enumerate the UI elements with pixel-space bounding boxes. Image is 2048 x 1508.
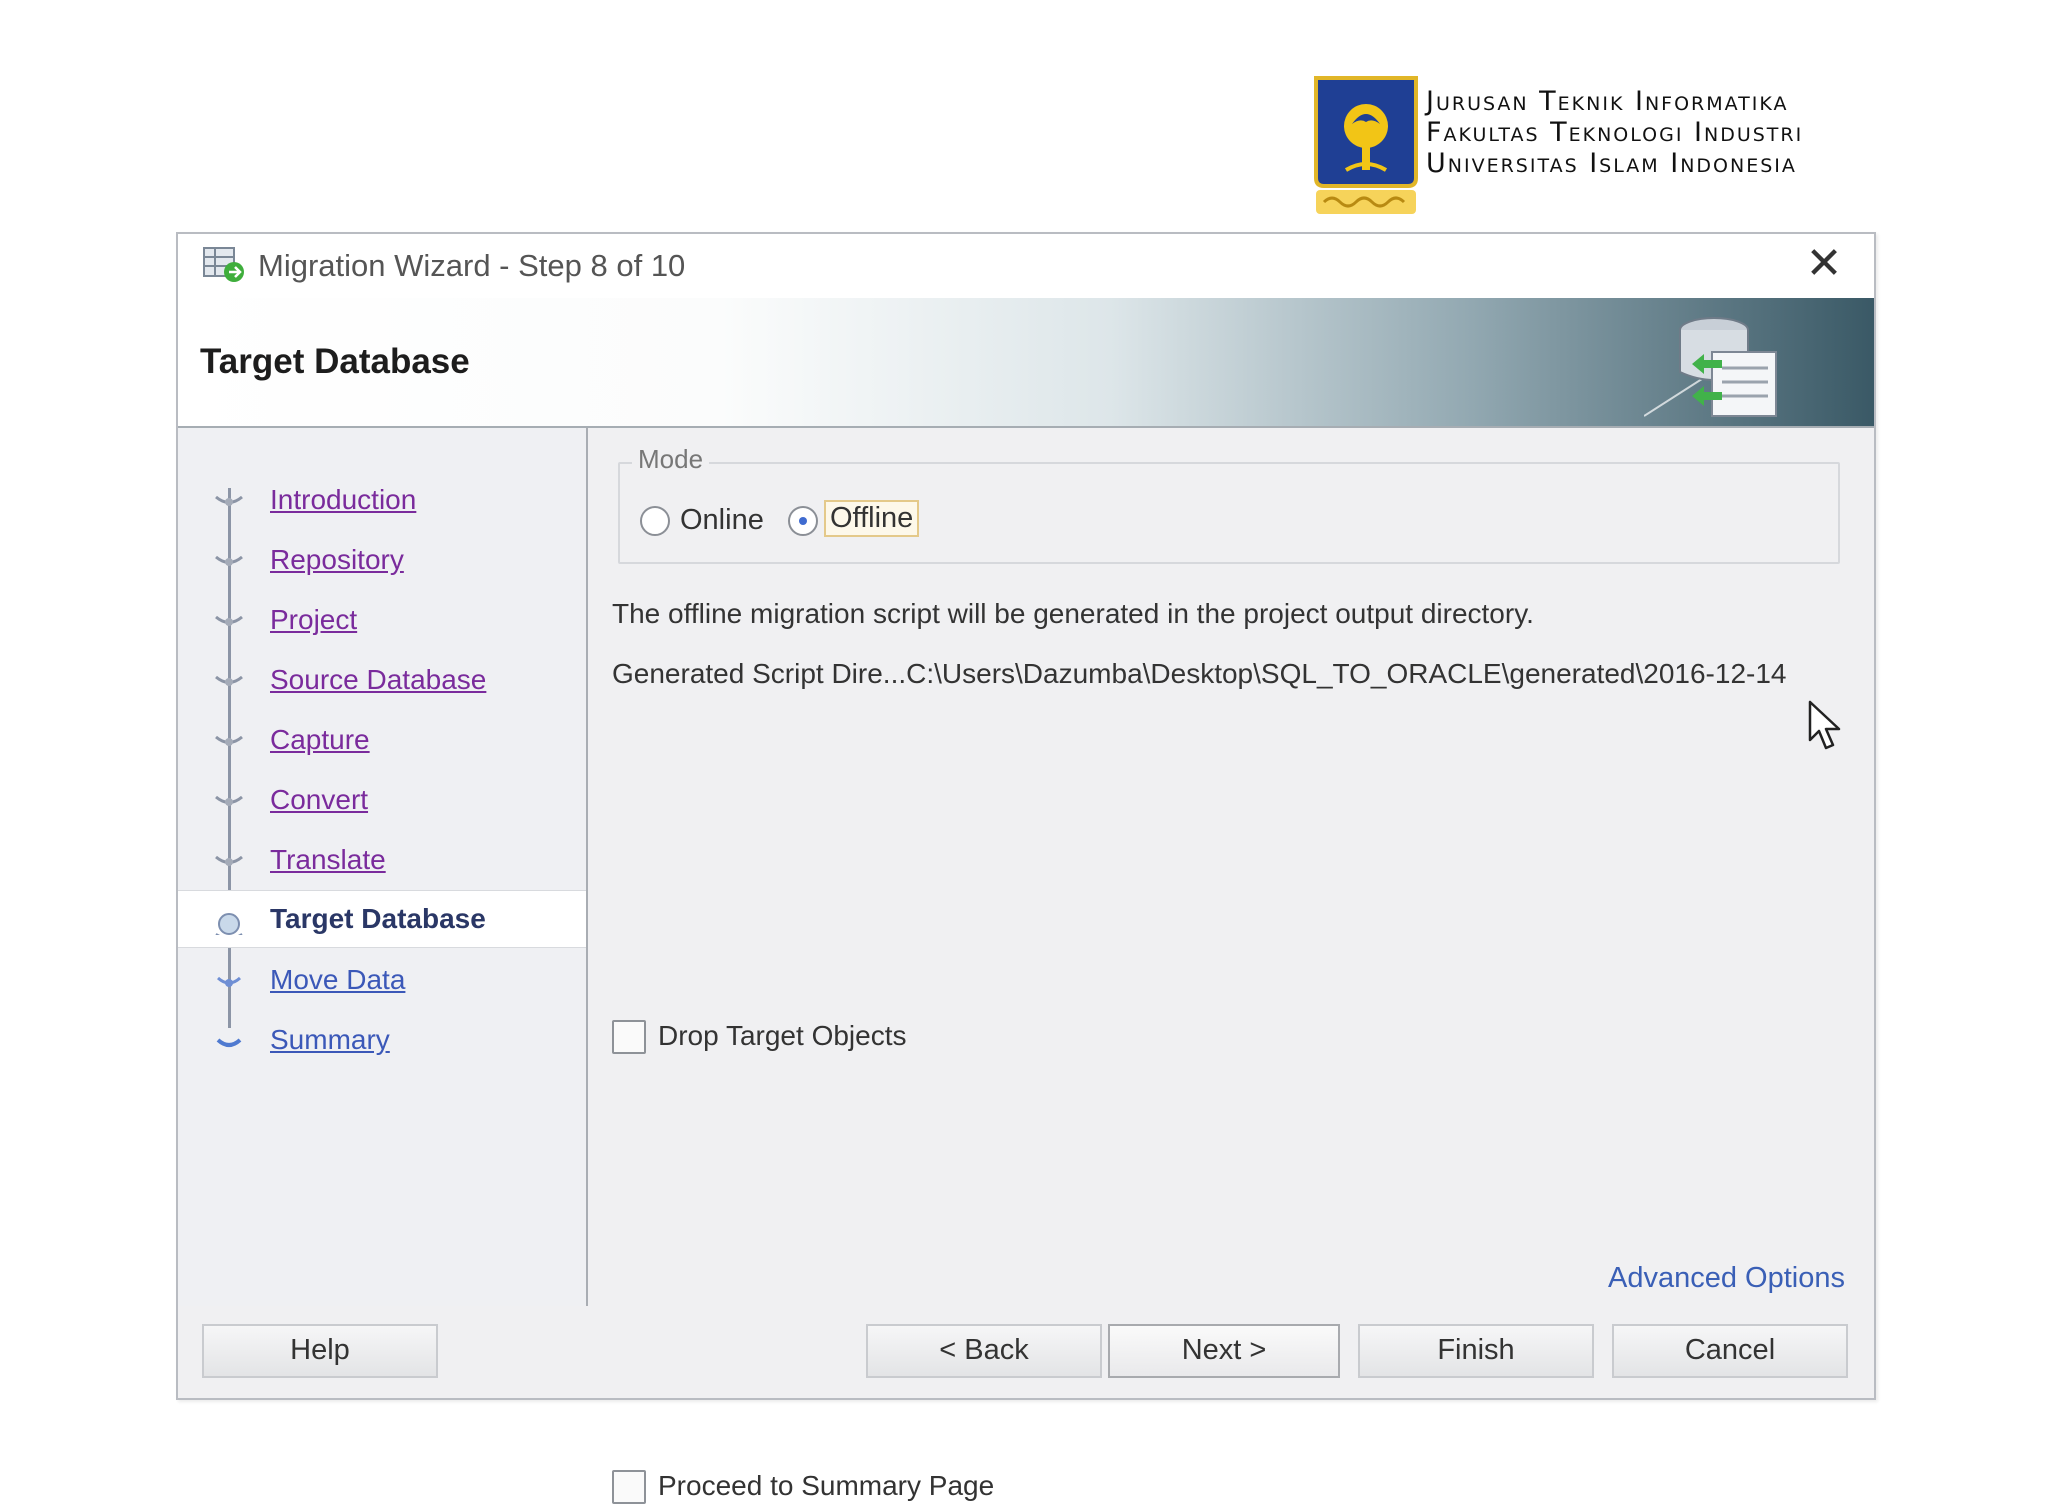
offline-info-text: The offline migration script will be gen…	[612, 598, 1534, 629]
step-translate[interactable]: Translate	[178, 832, 586, 890]
offline-label: Offline	[824, 500, 920, 537]
online-radio[interactable]: Online	[640, 502, 770, 542]
step-target-database[interactable]: Target Database	[178, 890, 586, 948]
header-banner: Target Database	[178, 298, 1874, 428]
step-summary[interactable]: Summary	[178, 1012, 586, 1070]
window-title: Migration Wizard - Step 8 of 10	[258, 248, 686, 283]
institution-line-3: Universitas Islam Indonesia	[1426, 148, 1797, 179]
step-done-icon	[215, 615, 243, 626]
checkbox-box	[612, 1020, 646, 1054]
offline-radio[interactable]: Offline	[788, 500, 938, 542]
script-directory-value[interactable]: C:\Users\Dazumba\Desktop\SQL_TO_ORACLE\g…	[906, 658, 1786, 690]
script-directory-label: Generated Script Dire...	[612, 658, 907, 689]
step-label: Translate	[270, 844, 386, 875]
step-label: Target Database	[270, 903, 486, 934]
migration-wizard-icon	[203, 247, 244, 282]
step-done-icon	[215, 675, 243, 686]
help-button[interactable]: Help	[202, 1324, 438, 1378]
step-label: Repository	[270, 544, 404, 575]
mode-group: Mode Online Offline	[618, 444, 1840, 564]
institution-header: Jurusan Teknik Informatika Fakultas Tekn…	[1312, 70, 1872, 220]
step-current-icon	[215, 913, 243, 935]
advanced-options-link[interactable]: Advanced Options	[1608, 1262, 1845, 1295]
next-button[interactable]: Next >	[1108, 1324, 1340, 1378]
proceed-to-summary-label: Proceed to Summary Page	[658, 1470, 995, 1501]
generated-script-directory-row: Generated Script Dire...C:\Users\Dazumba…	[612, 658, 1787, 690]
step-done-icon	[215, 855, 243, 866]
step-label: Project	[270, 604, 358, 635]
step-label: Convert	[270, 784, 369, 815]
close-button[interactable]: ✕	[1802, 240, 1846, 288]
online-label: Online	[680, 504, 764, 536]
step-convert[interactable]: Convert	[178, 772, 586, 830]
step-label: Summary	[270, 1024, 390, 1055]
mode-legend: Mode	[632, 444, 710, 475]
mouse-pointer-icon	[1808, 700, 1841, 750]
step-done-icon	[215, 795, 243, 806]
institution-line-2: Fakultas Teknologi Industri	[1426, 117, 1804, 148]
step-future-icon	[216, 976, 242, 987]
checkbox-box	[612, 1470, 646, 1504]
step-label: Capture	[270, 724, 370, 755]
institution-line-1: Jurusan Teknik Informatika	[1426, 86, 1789, 117]
back-button[interactable]: < Back	[866, 1324, 1102, 1378]
drop-target-objects-label: Drop Target Objects	[658, 1020, 907, 1051]
step-done-icon	[215, 555, 243, 566]
title-bar: Migration Wizard - Step 8 of 10 ✕	[178, 234, 1874, 298]
step-done-icon	[215, 735, 243, 746]
step-source-database[interactable]: Source Database	[178, 652, 586, 710]
radio-circle	[640, 506, 670, 536]
drop-target-objects-checkbox[interactable]: Drop Target Objects	[612, 1018, 1012, 1058]
cancel-button[interactable]: Cancel	[1612, 1324, 1848, 1378]
step-future-icon	[216, 1038, 242, 1047]
step-label: Source Database	[270, 664, 487, 695]
step-done-icon	[215, 495, 243, 506]
finish-button[interactable]: Finish	[1358, 1324, 1594, 1378]
proceed-to-summary-checkbox[interactable]: Proceed to Summary Page	[612, 1468, 1072, 1508]
step-label: Move Data	[270, 964, 406, 995]
step-repository[interactable]: Repository	[178, 532, 586, 590]
content-panel: Mode Online Offline The offline migratio…	[588, 428, 1876, 1504]
step-project[interactable]: Project	[178, 592, 586, 650]
radio-circle-selected	[788, 506, 818, 536]
university-logo-icon	[1314, 76, 1418, 214]
step-introduction[interactable]: Introduction	[178, 472, 586, 530]
step-capture[interactable]: Capture	[178, 712, 586, 770]
database-migrate-icon	[1644, 317, 1777, 417]
step-label: Introduction	[270, 484, 417, 515]
migration-wizard-dialog: Migration Wizard - Step 8 of 10 ✕ Target…	[176, 232, 1876, 1504]
step-move-data[interactable]: Move Data	[178, 952, 586, 1010]
wizard-steps-nav: Introduction Repository Project Source D…	[178, 428, 588, 1306]
page-title: Target Database	[200, 342, 470, 381]
